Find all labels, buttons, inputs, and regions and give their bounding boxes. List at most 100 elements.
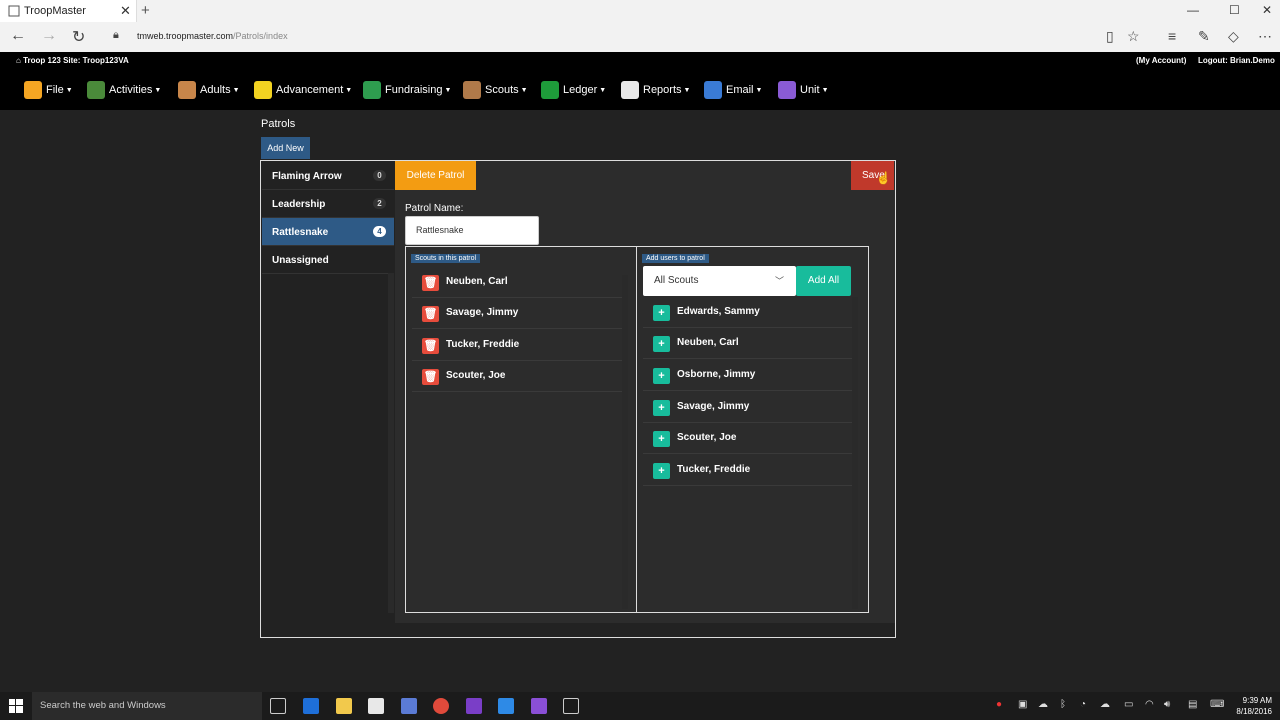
menu-activities[interactable]: Activities ▼: [87, 80, 161, 100]
add-all-button[interactable]: Add All: [796, 266, 851, 296]
reading-view-icon[interactable]: ▯: [1106, 28, 1114, 45]
app: ⌂ Troop 123 Site: Troop123VA (My Account…: [0, 52, 1280, 692]
select-value: All Scouts: [654, 275, 699, 286]
list-item: 🗑︎ Savage, Jimmy: [412, 298, 624, 329]
keyboard-icon[interactable]: ⌨: [1210, 699, 1224, 710]
caret-down-icon: ▼: [232, 86, 240, 94]
list-item: 🗑︎ Scouter, Joe: [412, 361, 624, 392]
menu-adults[interactable]: Adults ▼: [178, 80, 240, 100]
menu-email[interactable]: Email ▼: [704, 80, 762, 100]
menu-file[interactable]: File ▼: [24, 80, 73, 100]
edge-browser-icon[interactable]: [303, 698, 319, 714]
visual-studio-icon[interactable]: [466, 698, 482, 714]
file-icon: [24, 81, 42, 99]
refresh-icon[interactable]: ↻: [72, 27, 85, 47]
trash-icon[interactable]: 🗑︎: [422, 369, 439, 385]
maximize-icon[interactable]: ☐: [1229, 3, 1240, 17]
tablet-icon[interactable]: [563, 698, 579, 714]
patrol-item-unassigned[interactable]: Unassigned: [262, 246, 394, 274]
hub-icon[interactable]: ≡: [1168, 28, 1176, 44]
web-note-icon[interactable]: ✎: [1198, 28, 1210, 45]
taskbar-search-box[interactable]: Search the web and Windows: [32, 692, 262, 720]
favorite-star-icon[interactable]: ☆: [1127, 28, 1140, 45]
trash-icon[interactable]: 🗑︎: [422, 306, 439, 322]
app-icon[interactable]: [401, 698, 417, 714]
scout-name: Tucker, Freddie: [446, 339, 520, 350]
page-title: Patrols: [261, 118, 296, 130]
my-account-link[interactable]: (My Account): [1136, 56, 1186, 65]
share-icon[interactable]: ◇: [1228, 28, 1239, 45]
internet-explorer-icon[interactable]: [498, 698, 514, 714]
patrol-name: Rattlesnake: [272, 227, 329, 238]
minimize-icon[interactable]: —: [1187, 3, 1199, 17]
logout-link[interactable]: Logout: Brian.Demo: [1198, 56, 1275, 65]
volume-icon[interactable]: 🔊︎: [1164, 699, 1170, 710]
browser-chrome: TroopMaster ✕ + — ☐ ✕ ← → ↻ 🔒︎ tmweb.tro…: [0, 0, 1280, 52]
chrome-icon[interactable]: [433, 698, 449, 714]
menu-advancement[interactable]: Advancement ▼: [254, 80, 352, 100]
tray-app-icon[interactable]: ▣: [1018, 699, 1027, 710]
patrol-name: Flaming Arrow: [272, 171, 342, 182]
battery-icon[interactable]: ▭: [1124, 699, 1133, 710]
plus-icon[interactable]: +: [653, 368, 670, 384]
menu-label: Advancement: [276, 84, 344, 96]
windows-start-icon[interactable]: [9, 699, 23, 713]
patrol-count-badge: 0: [373, 170, 386, 181]
caret-down-icon: ▼: [345, 86, 353, 94]
navigation-bar: ← → ↻ 🔒︎ tmweb.troopmaster.com/Patrols/i…: [0, 22, 1280, 52]
store-icon[interactable]: [368, 698, 384, 714]
patrol-name-input[interactable]: Rattlesnake: [405, 216, 539, 245]
menu-scouts[interactable]: Scouts ▼: [463, 80, 528, 100]
close-tab-icon[interactable]: ✕: [120, 3, 131, 19]
address-path: /Patrols/index: [233, 31, 288, 41]
new-tab-button[interactable]: +: [141, 2, 150, 19]
browser-tab[interactable]: TroopMaster ✕: [0, 0, 137, 22]
plus-icon[interactable]: +: [653, 431, 670, 447]
menu-unit[interactable]: Unit ▼: [778, 80, 829, 100]
cloud-icon[interactable]: ☁: [1038, 699, 1048, 710]
task-view-icon[interactable]: [270, 698, 286, 714]
patrol-item-rattlesnake[interactable]: Rattlesnake 4: [262, 218, 394, 246]
onedrive-icon[interactable]: ☁: [1100, 699, 1110, 710]
list-item: + Savage, Jimmy: [643, 392, 855, 423]
notifications-icon[interactable]: ▤: [1188, 699, 1197, 710]
sidebar-scrollbar[interactable]: [388, 273, 394, 613]
scout-name: Savage, Jimmy: [446, 307, 519, 318]
plus-icon[interactable]: +: [653, 400, 670, 416]
menu-reports[interactable]: Reports ▼: [621, 80, 690, 100]
left-list-scrollbar[interactable]: [622, 275, 628, 609]
plus-icon[interactable]: +: [653, 336, 670, 352]
scout-name: Tucker, Freddie: [677, 464, 751, 475]
menu-label: Fundraising: [385, 84, 443, 96]
clock-time: 9:39 AM: [1242, 696, 1272, 705]
taskbar-clock[interactable]: 9:39 AM 8/18/2016: [1230, 695, 1272, 717]
right-list-scrollbar[interactable]: [852, 297, 858, 609]
file-explorer-icon[interactable]: [336, 698, 352, 714]
trash-icon[interactable]: 🗑︎: [422, 275, 439, 291]
more-icon[interactable]: ⋯: [1258, 28, 1272, 45]
visual-studio-code-icon[interactable]: [531, 698, 547, 714]
bluetooth-icon[interactable]: ᛒ: [1060, 699, 1066, 710]
add-new-button[interactable]: Add New: [261, 137, 310, 159]
plus-icon[interactable]: +: [653, 463, 670, 479]
record-icon[interactable]: ●: [996, 699, 1002, 710]
scout-filter-select[interactable]: All Scouts ﹀: [643, 266, 796, 296]
caret-down-icon: ▼: [683, 86, 691, 94]
list-item: + Tucker, Freddie: [643, 455, 855, 486]
list-item: + Scouter, Joe: [643, 423, 855, 454]
menu-fundraising[interactable]: Fundraising ▼: [363, 80, 451, 100]
scout-name: Neuben, Carl: [677, 337, 739, 348]
patrol-item-flaming-arrow[interactable]: Flaming Arrow 0: [262, 162, 394, 190]
wifi-icon[interactable]: ◠: [1145, 699, 1154, 710]
trash-icon[interactable]: 🗑︎: [422, 338, 439, 354]
plus-icon[interactable]: +: [653, 305, 670, 321]
forward-icon[interactable]: →: [41, 27, 57, 45]
back-icon[interactable]: ←: [10, 27, 26, 45]
tray-icon[interactable]: ◔: [1080, 699, 1086, 710]
address-bar[interactable]: tmweb.troopmaster.com/Patrols/index: [137, 31, 288, 41]
menu-ledger[interactable]: Ledger ▼: [541, 80, 606, 100]
close-window-icon[interactable]: ✕: [1262, 3, 1272, 17]
chevron-down-icon: ﹀: [774, 276, 784, 286]
patrol-item-leadership[interactable]: Leadership 2: [262, 190, 394, 218]
delete-patrol-button[interactable]: Delete Patrol: [395, 161, 476, 190]
